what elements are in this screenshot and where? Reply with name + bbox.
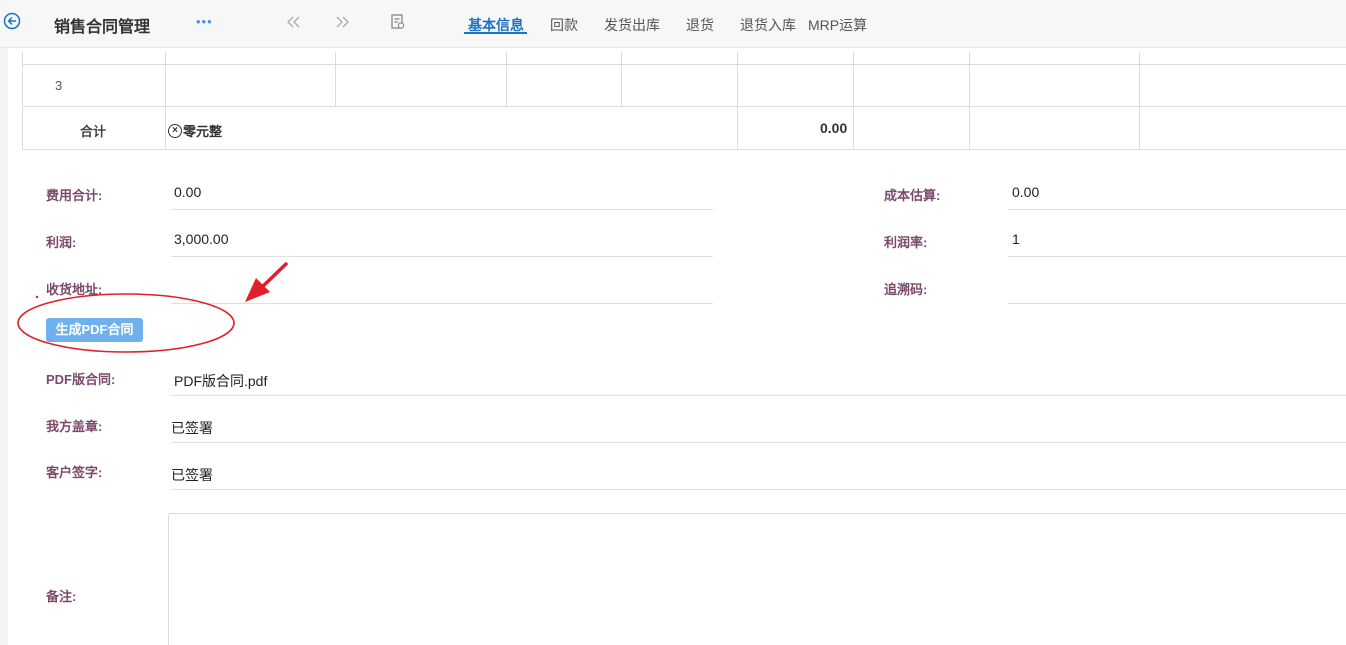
- trace-code-label: 追溯码:: [884, 282, 928, 297]
- fee-total-underline: [171, 209, 713, 210]
- red-arrow-icon: [245, 262, 288, 302]
- cost-estimate-label: 成本估算:: [884, 188, 941, 203]
- remark-textarea[interactable]: [168, 513, 1346, 645]
- table-col-border: [621, 52, 622, 106]
- table-col-border: [506, 52, 507, 106]
- tab-return[interactable]: 退货: [686, 15, 714, 35]
- table-col-border: [1139, 52, 1140, 150]
- address-label: 收货地址:: [46, 282, 103, 297]
- product-table: 3 合计 × 零元整 0.00: [22, 52, 1346, 150]
- back-circle-icon[interactable]: [3, 12, 21, 30]
- more-icon[interactable]: •••: [196, 14, 213, 29]
- our-seal-label: 我方盖章:: [46, 419, 103, 434]
- summary-label: 合计: [80, 124, 107, 139]
- profit-underline: [171, 256, 713, 257]
- tab-return-stock[interactable]: 退货入库: [740, 15, 796, 35]
- page-title: 销售合同管理: [54, 19, 151, 36]
- table-row-number: 3: [55, 78, 63, 93]
- address-input[interactable]: [171, 303, 713, 304]
- summary-amount: 0.00: [820, 120, 848, 136]
- cost-estimate-value[interactable]: 0.00: [1012, 184, 1039, 200]
- generate-pdf-button[interactable]: 生成PDF合同: [46, 318, 143, 342]
- customer-sign-underline: [171, 489, 1346, 490]
- red-dot-mark: [35, 295, 39, 299]
- remark-label: 备注:: [46, 589, 77, 604]
- clear-circle-icon: ×: [168, 123, 182, 138]
- pdf-contract-link[interactable]: PDF版合同.pdf: [174, 371, 267, 391]
- profit-rate-value[interactable]: 1: [1012, 231, 1020, 247]
- table-col-border: [335, 52, 336, 106]
- profit-label: 利润:: [46, 235, 77, 250]
- top-toolbar: 销售合同管理 ••• 基本信息 回款 发货出库 退货 退货入库 MRP运算: [0, 0, 1346, 48]
- table-row-border: [22, 106, 1346, 107]
- table-col-border: [737, 52, 738, 150]
- fee-total-value[interactable]: 0.00: [174, 184, 201, 200]
- active-tab-indicator: [464, 32, 527, 34]
- table-col-border: [22, 52, 23, 150]
- profit-rate-label: 利润率:: [884, 235, 928, 250]
- prev-icon[interactable]: [285, 13, 303, 31]
- pdf-contract-underline: [171, 395, 1346, 396]
- our-seal-underline: [171, 442, 1346, 443]
- customer-sign-value: 已签署: [171, 467, 213, 483]
- profit-rate-underline: [1008, 256, 1346, 257]
- fee-total-label: 费用合计:: [46, 188, 103, 203]
- document-icon[interactable]: [389, 13, 407, 31]
- table-col-border: [853, 52, 854, 150]
- table-row-border: [22, 64, 1346, 65]
- table-col-border: [165, 52, 166, 150]
- pdf-contract-label: PDF版合同:: [46, 372, 116, 387]
- next-icon[interactable]: [333, 13, 351, 31]
- tab-payment[interactable]: 回款: [550, 15, 578, 35]
- left-strip: [0, 48, 8, 645]
- tab-shipment[interactable]: 发货出库: [604, 15, 660, 35]
- profit-value[interactable]: 3,000.00: [174, 231, 229, 247]
- cost-estimate-underline: [1008, 209, 1346, 210]
- trace-code-input[interactable]: [1008, 303, 1346, 304]
- summary-upper-text: 零元整: [183, 124, 223, 139]
- table-col-border: [969, 52, 970, 150]
- summary-upper-amount: × 零元整: [168, 121, 222, 140]
- tab-mrp[interactable]: MRP运算: [808, 15, 867, 35]
- customer-sign-label: 客户签字:: [46, 465, 103, 480]
- our-seal-value: 已签署: [171, 420, 213, 436]
